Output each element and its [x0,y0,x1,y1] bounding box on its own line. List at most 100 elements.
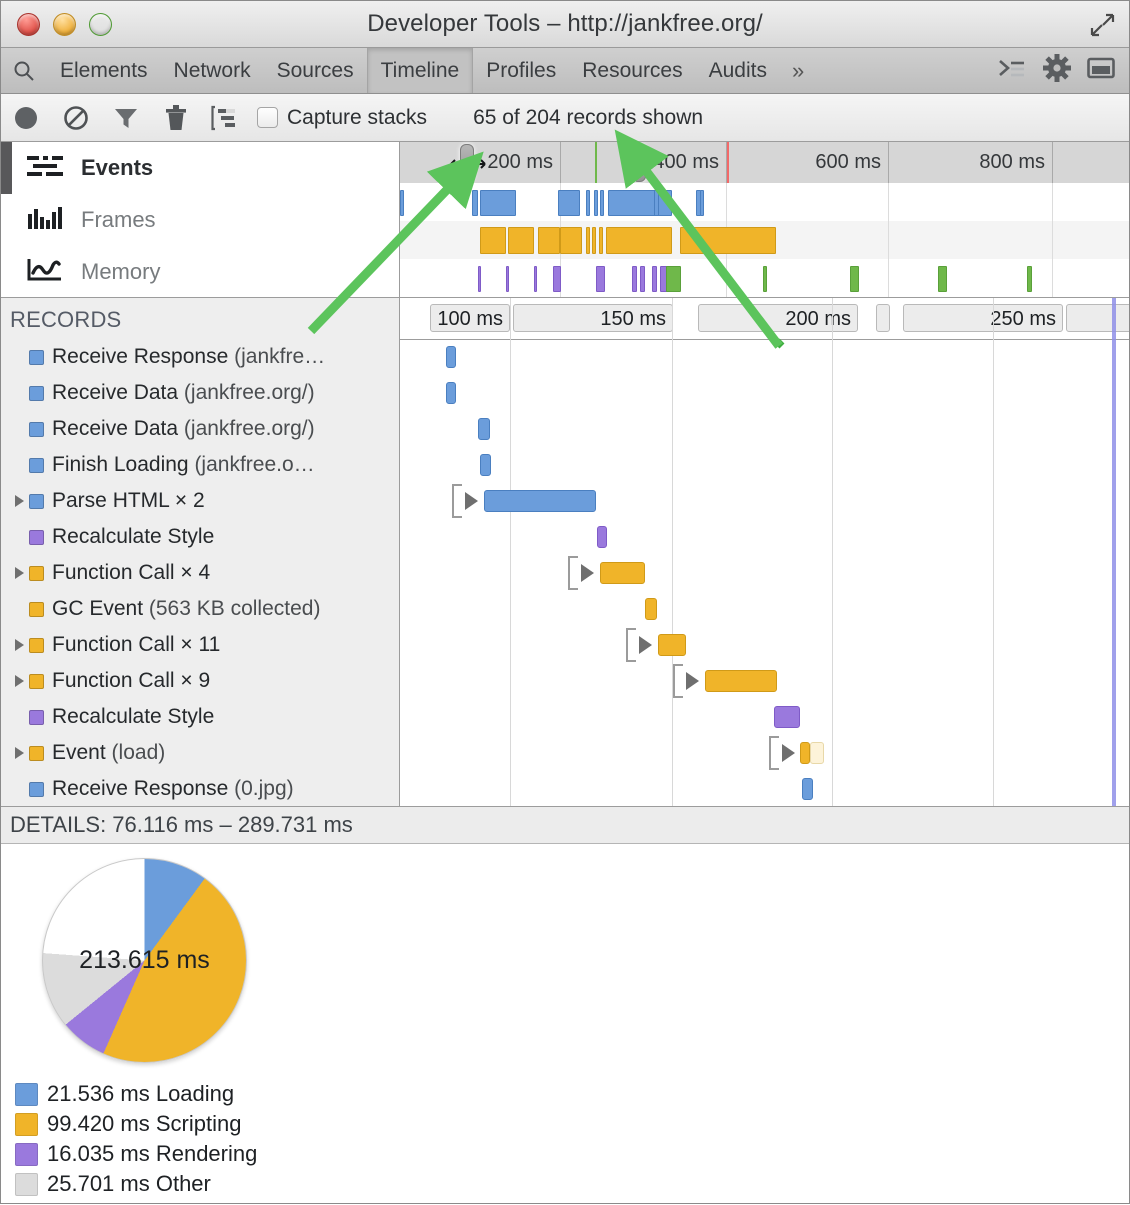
legend-label: 21.536 ms Loading [47,1081,234,1107]
tab-network[interactable]: Network [161,48,264,93]
expand-triangle-icon[interactable] [782,744,795,762]
capture-stacks-label: Capture stacks [287,106,427,130]
expand-triangle-icon[interactable] [686,672,699,690]
timeline-bar[interactable] [645,598,657,620]
record-row[interactable]: Function Call × 11 [1,627,399,663]
timeline-bar[interactable] [658,634,686,656]
timeline-group-bracket [452,484,462,518]
timeline-bar[interactable] [774,706,800,728]
record-row[interactable]: Function Call × 9 [1,663,399,699]
capture-stacks-checkbox[interactable] [257,107,278,128]
timeline-bar[interactable] [800,742,810,764]
timeline-bar[interactable] [480,454,491,476]
gear-icon[interactable] [1043,54,1071,87]
filter-icon[interactable] [101,105,151,131]
record-row[interactable]: Receive Data (jankfree.org/) [1,375,399,411]
timeline-bar-tail [810,742,824,764]
record-detail: (jankfre… [234,345,325,368]
timeline-ruler-label: 150 ms [600,308,666,331]
record-detail: (jankfree.o… [194,453,314,476]
record-row[interactable]: Recalculate Style [1,519,399,555]
record-spacer [9,346,29,368]
overview-loading-bar [400,190,404,216]
overview-scripting-bar [480,227,506,254]
overview-loading-bar [594,190,598,216]
timeline-bar[interactable] [484,490,596,512]
timeline-records-pane[interactable]: 100 ms150 ms200 ms250 ms300 m [400,297,1129,806]
clear-icon[interactable] [51,105,101,131]
records-row: RECORDS Receive Response (jankfre…Receiv… [1,297,1129,806]
tab-profiles[interactable]: Profiles [473,48,569,93]
overview-rendering-bar [632,266,637,292]
timeline-overview[interactable]: 200 ms 400 ms 600 ms 800 ms [400,142,1129,297]
details-header: DETAILS: 76.116 ms – 289.731 ms [1,806,1129,844]
sidebar-item-memory[interactable]: Memory [1,246,399,298]
overview-rendering-bar [652,266,657,292]
expand-icon[interactable] [1089,13,1115,37]
record-row[interactable]: Parse HTML × 2 [1,483,399,519]
frames-icon [27,206,63,235]
tab-audits[interactable]: Audits [696,48,780,93]
window-titlebar: Developer Tools – http://jankfree.org/ [1,1,1129,48]
record-row[interactable]: Receive Data (jankfree.org/) [1,411,399,447]
flame-chart-icon[interactable] [201,105,251,131]
record-label: Receive Data (jankfree.org/) [52,381,315,405]
timeline-bar[interactable] [478,418,490,440]
record-type-swatch [29,530,44,545]
console-icon[interactable] [997,56,1027,85]
tab-timeline[interactable]: Timeline [367,48,474,93]
timeline-ruler-label: 100 ms [437,308,503,331]
record-row[interactable]: Event (load) [1,735,399,771]
sidebar-item-frames[interactable]: Frames [1,194,399,246]
overview-scripting-bar [586,227,590,254]
timeline-bar[interactable] [600,562,645,584]
overview-ruler[interactable]: 200 ms 400 ms 600 ms 800 ms [400,142,1129,184]
expand-triangle-icon[interactable] [465,492,478,510]
timeline-bar[interactable] [597,526,607,548]
tab-resources[interactable]: Resources [569,48,695,93]
legend-row: 16.035 ms Rendering [15,1139,1129,1169]
record-type-swatch [29,638,44,653]
overview-gridline [888,183,889,297]
record-spacer [9,382,29,404]
timeline-bar[interactable] [705,670,777,692]
tab-elements[interactable]: Elements [47,48,161,93]
timeline-group-bracket [673,664,683,698]
overview-loading-bar [558,190,580,216]
expand-triangle-icon[interactable] [639,636,652,654]
timeline-toolstrip: Capture stacks 65 of 204 records shown [1,94,1129,142]
timeline-ruler-label: 250 ms [990,308,1056,331]
expand-triangle-icon[interactable] [9,742,29,764]
expand-triangle-icon[interactable] [9,562,29,584]
trash-icon[interactable] [151,105,201,131]
sidebar-item-label: Frames [81,207,156,233]
overview-scripting-bar [599,227,603,254]
record-row[interactable]: Finish Loading (jankfree.o… [1,447,399,483]
more-tabs-button[interactable]: » [780,48,816,93]
search-icon[interactable] [1,59,47,83]
timeline-group-bracket [568,556,578,590]
overview-painting-bar [1027,266,1032,292]
record-label: Event (load) [52,741,165,765]
record-row[interactable]: Receive Response (0.jpg) [1,771,399,806]
record-row[interactable]: Recalculate Style [1,699,399,735]
record-row[interactable]: Function Call × 4 [1,555,399,591]
expand-triangle-icon[interactable] [9,634,29,656]
record-icon[interactable] [1,105,51,131]
overview-selection-handle-right[interactable] [632,144,646,182]
records-list[interactable]: RECORDS Receive Response (jankfre…Receiv… [1,297,400,806]
tab-sources[interactable]: Sources [264,48,367,93]
timeline-bar[interactable] [802,778,813,800]
record-row[interactable]: Receive Response (jankfre… [1,339,399,375]
timeline-bar[interactable] [446,382,456,404]
expand-triangle-icon[interactable] [9,670,29,692]
expand-triangle-icon[interactable] [9,490,29,512]
dock-icon[interactable] [1087,56,1115,85]
record-row[interactable]: GC Event (563 KB collected) [1,591,399,627]
expand-triangle-icon[interactable] [581,564,594,582]
timeline-gridline [993,298,994,806]
timeline-bar[interactable] [446,346,456,368]
overview-loading-bar [700,190,704,216]
sidebar-item-events[interactable]: Events [1,142,399,194]
overview-painting-bar [666,266,681,292]
